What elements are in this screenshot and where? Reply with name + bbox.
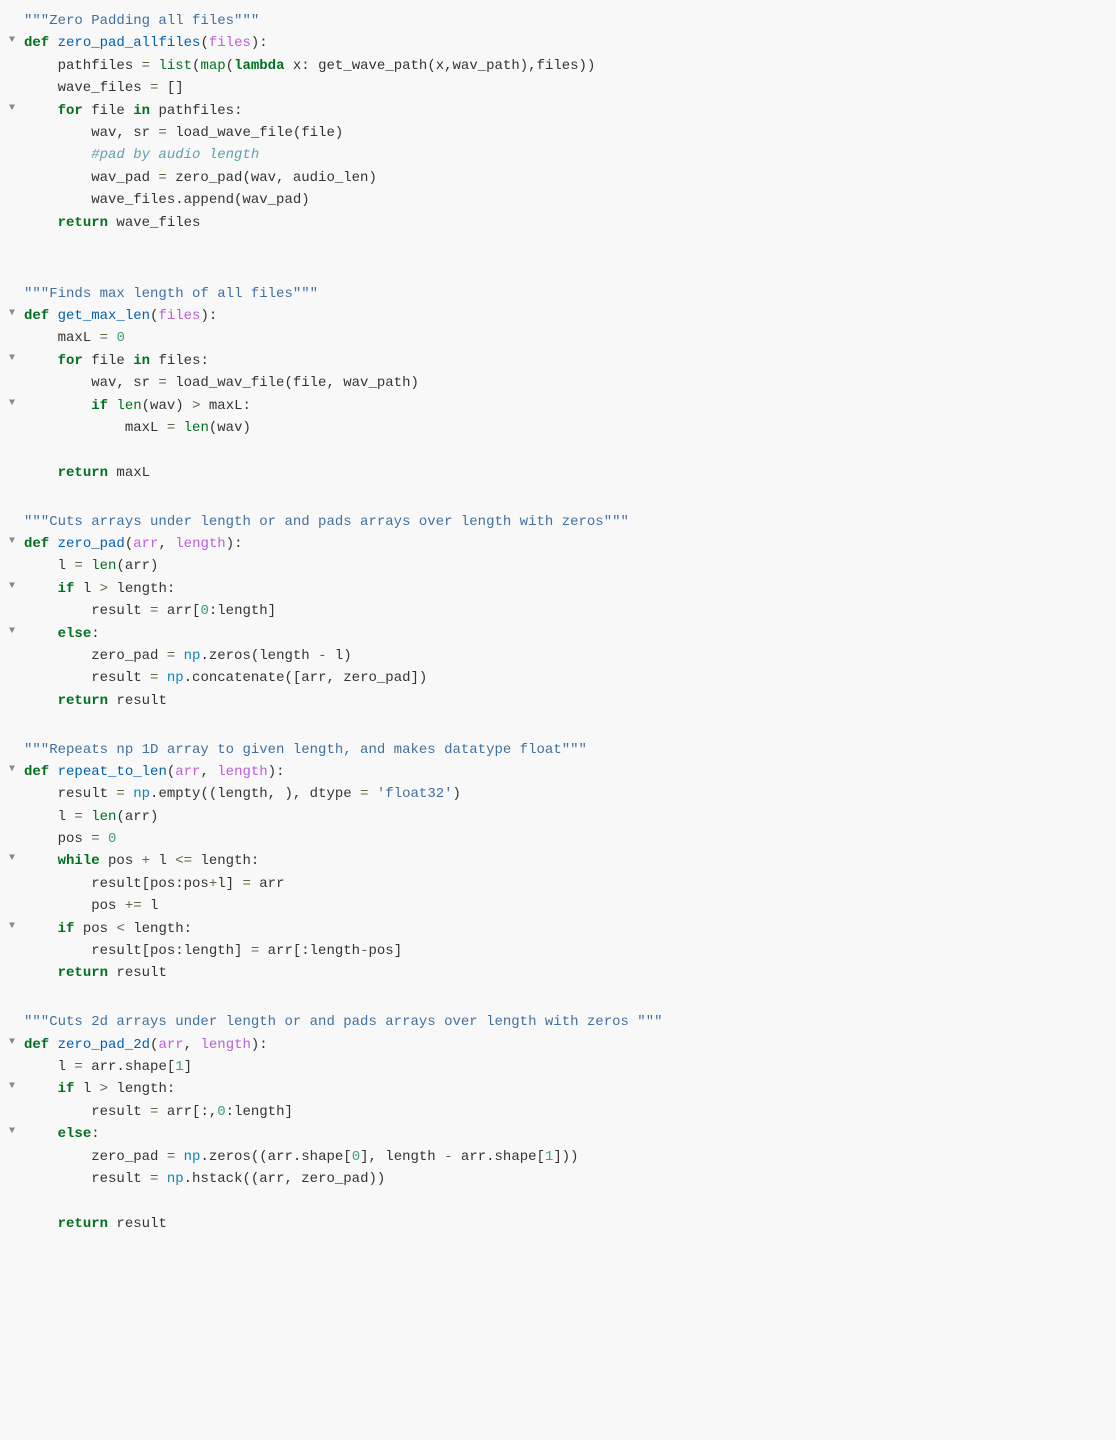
line-6: wav, sr = load_wave_file(file) <box>0 122 1116 144</box>
line-51: zero_pad = np.zeros((arr.shape[0], lengt… <box>0 1146 1116 1168</box>
line-23: """Cuts arrays under length or and pads … <box>0 511 1116 533</box>
fold-arrow-18[interactable]: ▼ <box>6 398 18 410</box>
fold-arrow-41[interactable]: ▼ <box>6 921 18 933</box>
fold-arrow-16[interactable]: ▼ <box>6 353 18 365</box>
line-16: ▼ for file in files: <box>0 350 1116 372</box>
line-41: ▼ if pos < length: <box>0 918 1116 940</box>
line-46: ▼ def zero_pad_2d(arr, length): <box>0 1034 1116 1056</box>
line-31: return result <box>0 690 1116 712</box>
line-30: result = np.concatenate([arr, zero_pad]) <box>0 667 1116 689</box>
line-25: l = len(arr) <box>0 555 1116 577</box>
line-blank-1 <box>0 234 1116 256</box>
fold-arrow-28[interactable]: ▼ <box>6 626 18 638</box>
fold-arrow-38[interactable]: ▼ <box>6 853 18 865</box>
code-editor: """Zero Padding all files""" ▼ def zero_… <box>0 0 1116 1440</box>
fold-arrow-46[interactable]: ▼ <box>6 1037 18 1049</box>
line-50: ▼ else: <box>0 1123 1116 1145</box>
line-52: result = np.hstack((arr, zero_pad)) <box>0 1168 1116 1190</box>
line-blank-3 <box>0 439 1116 461</box>
line-49: result = arr[:,0:length] <box>0 1101 1116 1123</box>
line-45: """Cuts 2d arrays under length or and pa… <box>0 1011 1116 1033</box>
line-21: return maxL <box>0 462 1116 484</box>
code-block-2: """Finds max length of all files""" ▼ de… <box>0 281 1116 509</box>
line-26: ▼ if l > length: <box>0 578 1116 600</box>
fold-arrow-26[interactable]: ▼ <box>6 581 18 593</box>
line-39: result[pos:pos+l] = arr <box>0 873 1116 895</box>
line-19: maxL = len(wav) <box>0 417 1116 439</box>
line-14: ▼ def get_max_len(files): <box>0 305 1116 327</box>
line-4: wave_files = [] <box>0 77 1116 99</box>
line-5: ▼ for file in pathfiles: <box>0 100 1116 122</box>
fold-arrow-34[interactable]: ▼ <box>6 764 18 776</box>
fold-arrow-14[interactable]: ▼ <box>6 308 18 320</box>
line-blank-5 <box>0 712 1116 734</box>
line-blank-7 <box>0 1190 1116 1212</box>
line-7: #pad by audio length <box>0 144 1116 166</box>
line-blank-2 <box>0 256 1116 278</box>
line-blank-4 <box>0 484 1116 506</box>
line-42: result[pos:length] = arr[:length-pos] <box>0 940 1116 962</box>
fold-arrow-48[interactable]: ▼ <box>6 1081 18 1093</box>
fold-arrow-5[interactable]: ▼ <box>6 103 18 115</box>
line-36: l = len(arr) <box>0 806 1116 828</box>
line-15: maxL = 0 <box>0 327 1116 349</box>
code-block-3: """Cuts arrays under length or and pads … <box>0 509 1116 737</box>
line-37: pos = 0 <box>0 828 1116 850</box>
fold-arrow-24[interactable]: ▼ <box>6 536 18 548</box>
code-block-1: """Zero Padding all files""" ▼ def zero_… <box>0 8 1116 281</box>
code-block-5: """Cuts 2d arrays under length or and pa… <box>0 1009 1116 1237</box>
line-8: wav_pad = zero_pad(wav, audio_len) <box>0 167 1116 189</box>
line-9: wave_files.append(wav_pad) <box>0 189 1116 211</box>
line-27: result = arr[0:length] <box>0 600 1116 622</box>
line-43: return result <box>0 962 1116 984</box>
line-24: ▼ def zero_pad(arr, length): <box>0 533 1116 555</box>
line-28: ▼ else: <box>0 623 1116 645</box>
line-38: ▼ while pos + l <= length: <box>0 850 1116 872</box>
line-2: ▼ def zero_pad_allfiles(files): <box>0 32 1116 54</box>
line-13: """Finds max length of all files""" <box>0 283 1116 305</box>
line-1: """Zero Padding all files""" <box>0 10 1116 32</box>
fold-arrow-50[interactable]: ▼ <box>6 1126 18 1138</box>
line-47: l = arr.shape[1] <box>0 1056 1116 1078</box>
line-35: result = np.empty((length, ), dtype = 'f… <box>0 783 1116 805</box>
line-48: ▼ if l > length: <box>0 1078 1116 1100</box>
line-40: pos += l <box>0 895 1116 917</box>
line-3: pathfiles = list(map(lambda x: get_wave_… <box>0 55 1116 77</box>
line-17: wav, sr = load_wav_file(file, wav_path) <box>0 372 1116 394</box>
line-54: return result <box>0 1213 1116 1235</box>
line-10: return wave_files <box>0 212 1116 234</box>
line-34: ▼ def repeat_to_len(arr, length): <box>0 761 1116 783</box>
fold-arrow-1[interactable]: ▼ <box>6 35 18 47</box>
line-29: zero_pad = np.zeros(length - l) <box>0 645 1116 667</box>
code-block-4: """Repeats np 1D array to given length, … <box>0 737 1116 1010</box>
line-18: ▼ if len(wav) > maxL: <box>0 395 1116 417</box>
line-blank-6 <box>0 985 1116 1007</box>
line-33: """Repeats np 1D array to given length, … <box>0 739 1116 761</box>
